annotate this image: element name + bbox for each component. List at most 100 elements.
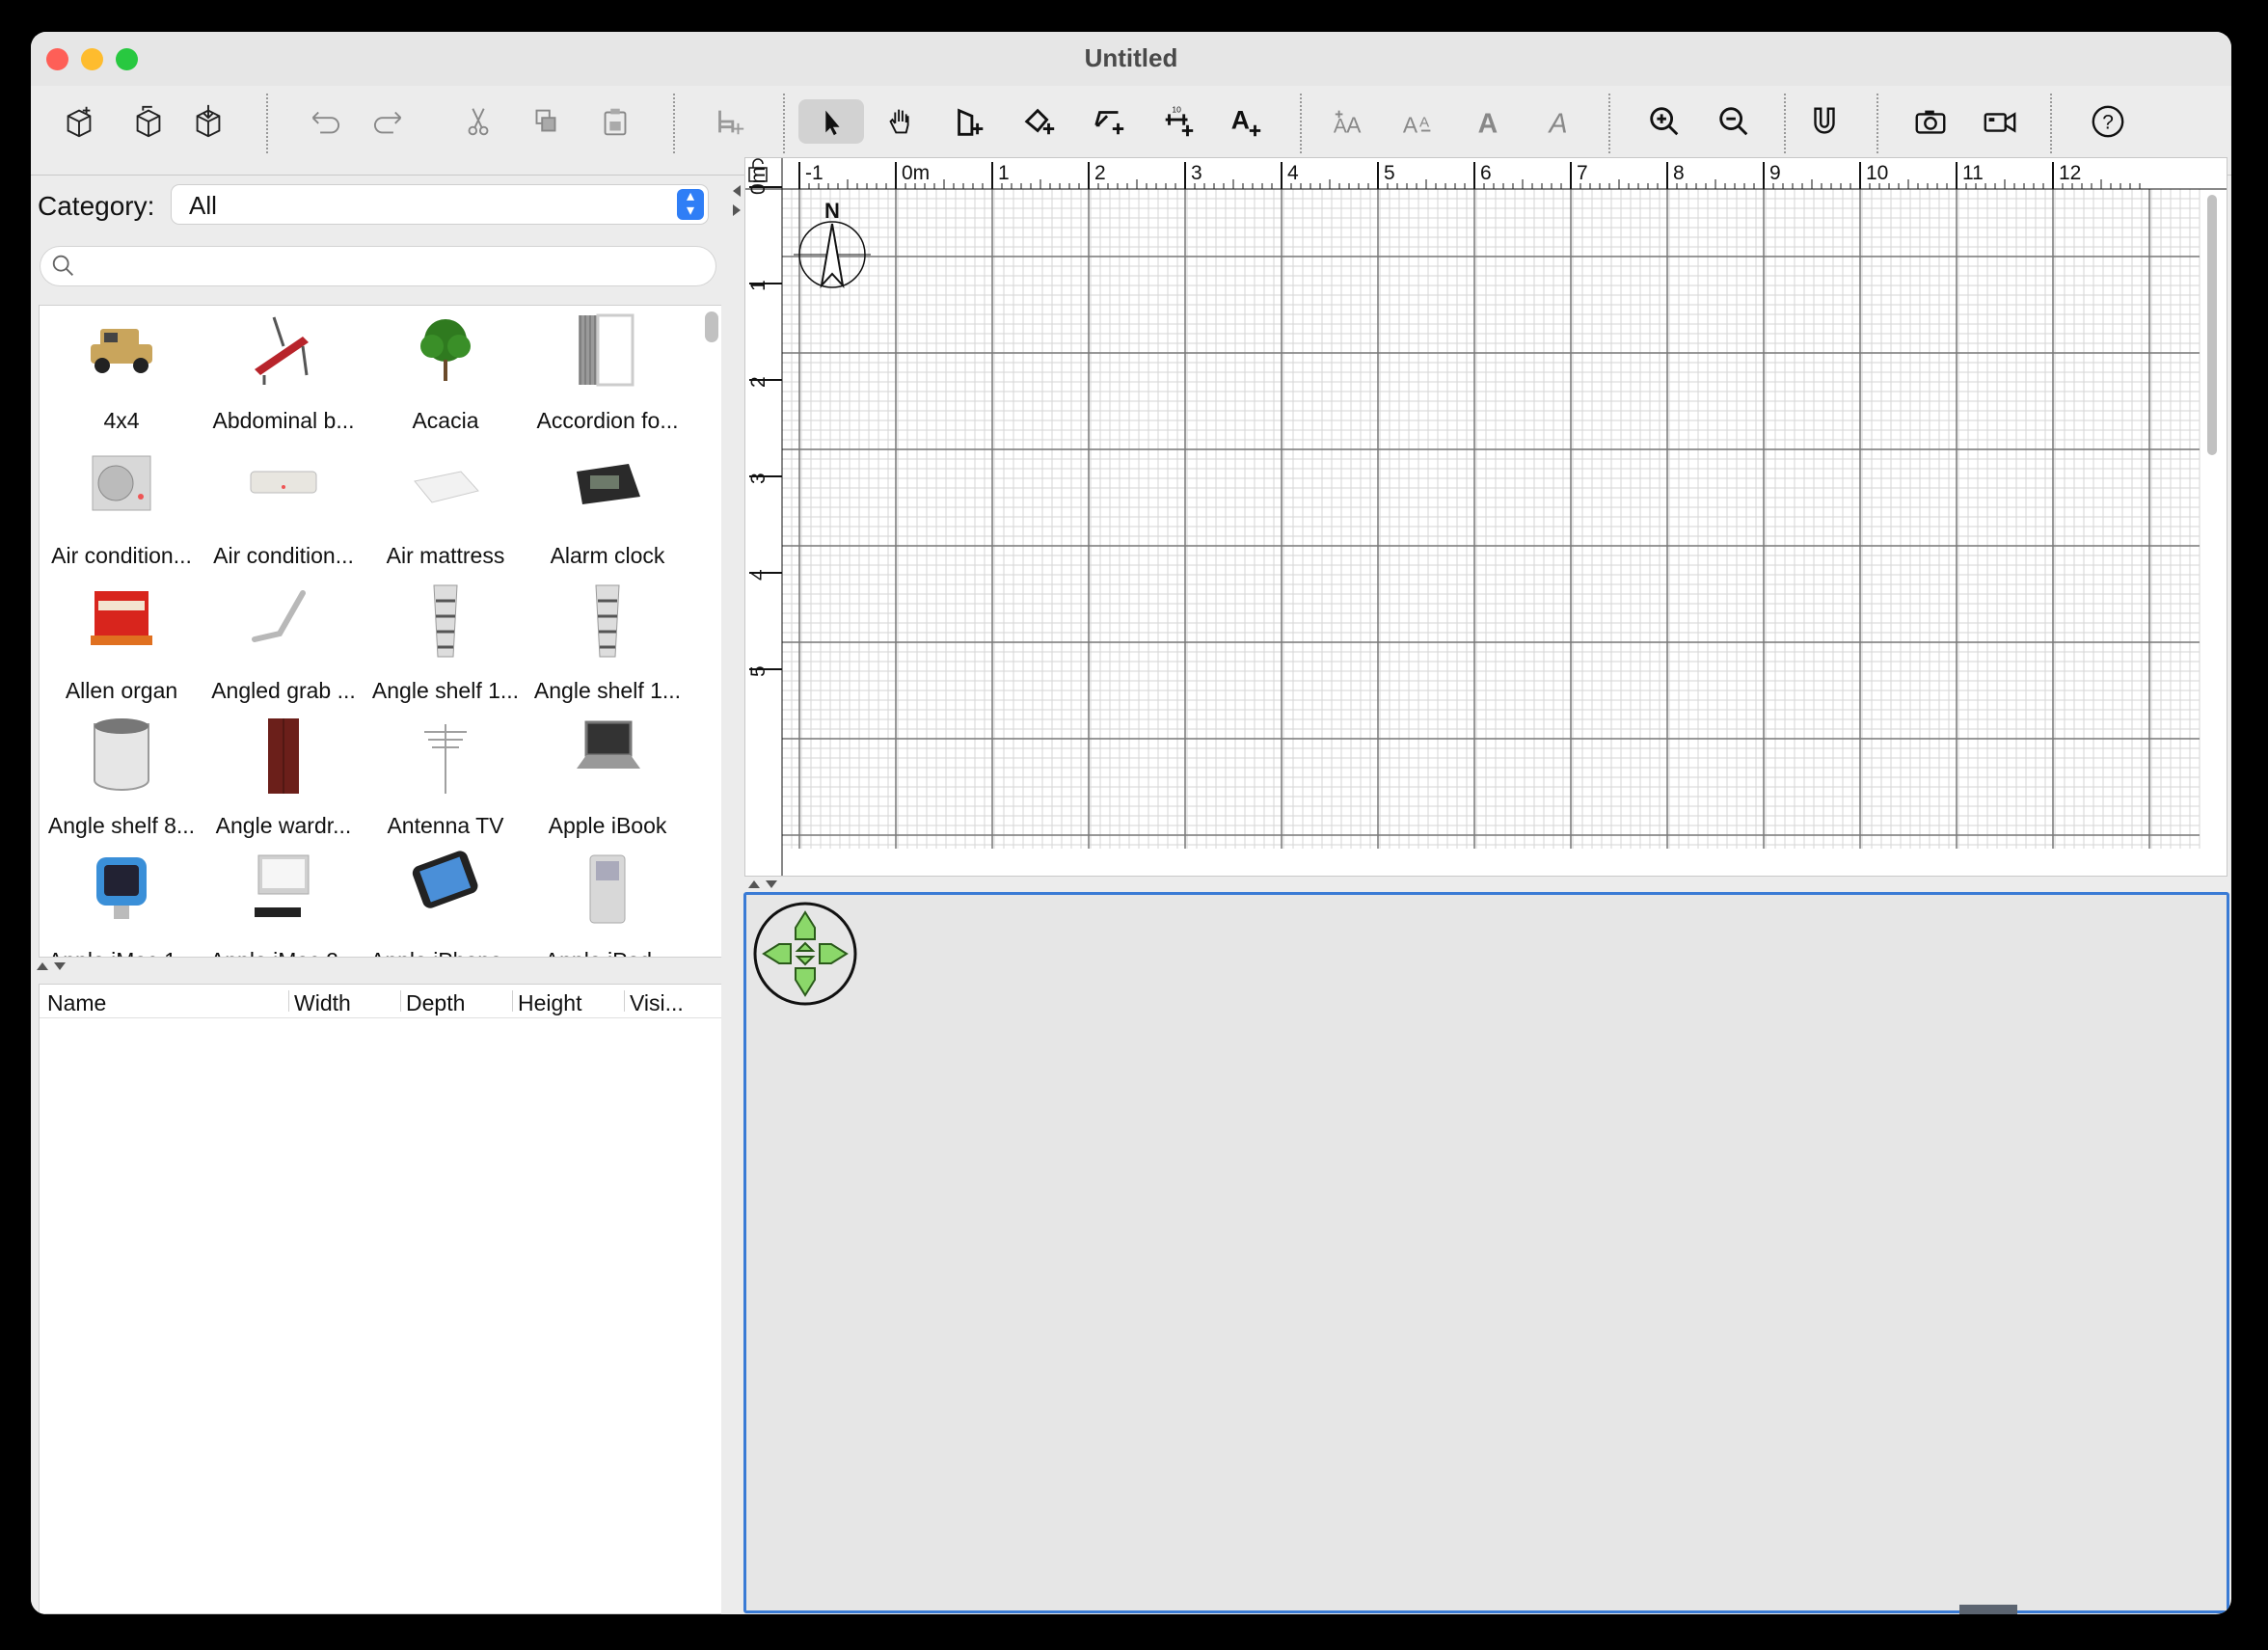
- grab-bar-icon: [245, 578, 322, 664]
- create-rooms-icon: [1024, 108, 1055, 135]
- bold-text-button[interactable]: A: [1456, 99, 1522, 144]
- open-button[interactable]: [116, 99, 181, 144]
- catalog-item[interactable]: Alarm clock: [526, 439, 689, 574]
- split-arrows-icon: [748, 880, 777, 888]
- redo-icon: [374, 111, 402, 134]
- select-mode-button[interactable]: [798, 99, 864, 144]
- catalog-item[interactable]: Acacia: [364, 306, 527, 439]
- catalog-item[interactable]: Air condition...: [202, 439, 365, 574]
- x-ruler-label: 5: [1384, 162, 1395, 184]
- title-bar: Untitled: [31, 32, 2231, 86]
- pan-mode-button[interactable]: [868, 99, 933, 144]
- catalog-item[interactable]: Accordion fo...: [526, 306, 689, 439]
- increase-text-size-button[interactable]: AA: [1317, 99, 1383, 144]
- watermark-logo: [1959, 1601, 2172, 1614]
- catalog-item[interactable]: Air mattress: [364, 439, 527, 574]
- ac-outdoor-icon: [83, 443, 160, 529]
- create-rooms-button[interactable]: [1007, 99, 1072, 144]
- plan-view[interactable]: -1 0m 1 2 3 4 5 6 7 8 9 10 11 12 0m 1 2 3 4 5 N: [744, 157, 2228, 877]
- catalog-item[interactable]: Abdominal b...: [202, 306, 365, 439]
- catalog-item-label: Angle shelf 1...: [371, 678, 520, 703]
- svg-text:?: ?: [2102, 112, 2114, 134]
- copy-button[interactable]: [513, 99, 579, 144]
- catalog-item[interactable]: Angle shelf 8...: [40, 709, 203, 844]
- plan-scrollbar[interactable]: [2207, 195, 2217, 455]
- decrease-text-size-button[interactable]: AA: [1387, 99, 1452, 144]
- svg-text:A: A: [1548, 108, 1568, 139]
- select-mode-icon: [825, 110, 840, 136]
- column-header-name[interactable]: Name: [47, 985, 288, 1017]
- catalog-scrollbar[interactable]: [705, 311, 718, 342]
- ipod-icon: [569, 848, 646, 934]
- navigation-arrows-icon[interactable]: [752, 901, 858, 1007]
- decrease-text-size-icon: AA: [1403, 112, 1431, 137]
- italic-text-button[interactable]: A: [1526, 99, 1591, 144]
- catalog-item[interactable]: Angled grab ...: [202, 574, 365, 709]
- create-walls-button[interactable]: [937, 99, 1003, 144]
- left-splitter[interactable]: [31, 957, 721, 974]
- create-photo-button[interactable]: [1898, 99, 1963, 144]
- plan-3d-splitter[interactable]: [744, 875, 2226, 892]
- save-icon: [196, 104, 221, 138]
- redo-button[interactable]: [359, 99, 424, 144]
- column-header-visible[interactable]: Visi...: [630, 985, 707, 1017]
- create-polylines-icon: [1094, 111, 1124, 135]
- cut-button[interactable]: [446, 99, 511, 144]
- column-header-depth[interactable]: Depth: [406, 985, 512, 1017]
- add-furniture-button[interactable]: [696, 99, 762, 144]
- create-dimensions-button[interactable]: 10: [1146, 99, 1211, 144]
- help-button[interactable]: ?: [2075, 99, 2141, 144]
- mattress-icon: [407, 443, 484, 529]
- catalog-item[interactable]: Apple iPod...: [526, 844, 689, 957]
- x-ruler-label: 4: [1287, 162, 1299, 184]
- x-ruler-label: 12: [2059, 162, 2081, 184]
- column-header-width[interactable]: Width: [294, 985, 400, 1017]
- furniture-catalog: 4x4 Abdominal b... Acacia Accordion fo... Ai…: [39, 305, 723, 958]
- catalog-item[interactable]: Apple iMac 2...: [202, 844, 365, 957]
- undo-icon: [311, 111, 339, 134]
- corner-shelf-icon: [83, 713, 160, 799]
- shelf-icon: [407, 578, 484, 664]
- zoom-in-icon: [1650, 107, 1679, 136]
- iphone-icon: [407, 848, 484, 934]
- save-button[interactable]: [176, 99, 241, 144]
- create-polylines-button[interactable]: [1076, 99, 1142, 144]
- add-furniture-icon: [718, 110, 744, 135]
- category-select[interactable]: All ▴ ▾: [172, 185, 708, 224]
- 3d-view[interactable]: [743, 892, 2229, 1614]
- catalog-item[interactable]: 4x4: [40, 306, 203, 439]
- column-header-height[interactable]: Height: [518, 985, 624, 1017]
- undo-button[interactable]: [289, 99, 355, 144]
- catalog-item-label: Allen organ: [65, 678, 178, 703]
- add-text-button[interactable]: A: [1213, 99, 1279, 144]
- zoom-in-button[interactable]: [1632, 99, 1697, 144]
- x-ruler-label: 6: [1480, 162, 1492, 184]
- x-ruler-label: 8: [1673, 162, 1685, 184]
- catalog-item-label: Angle shelf 1...: [533, 678, 682, 703]
- plan-grid[interactable]: -1 0m 1 2 3 4 5 6 7 8 9 10 11 120m12345N: [745, 158, 2227, 876]
- y-ruler-label: 4: [747, 569, 770, 581]
- wardrobe-icon: [245, 713, 322, 799]
- paste-button[interactable]: [582, 99, 648, 144]
- magnetism-button[interactable]: [1792, 99, 1857, 144]
- new-home-button[interactable]: [46, 99, 112, 144]
- search-field[interactable]: [40, 247, 716, 285]
- x-ruler-label: 10: [1866, 162, 1888, 184]
- catalog-item[interactable]: Angle wardr...: [202, 709, 365, 844]
- catalog-item[interactable]: Angle shelf 1...: [364, 574, 527, 709]
- car-icon: [83, 308, 160, 394]
- catalog-item[interactable]: Air condition...: [40, 439, 203, 574]
- zoom-out-button[interactable]: [1701, 99, 1767, 144]
- svg-text:A: A: [1231, 106, 1250, 135]
- create-video-button[interactable]: [1967, 99, 2033, 144]
- svg-text:10: 10: [1172, 105, 1181, 115]
- catalog-item[interactable]: Apple iBook: [526, 709, 689, 844]
- add-text-icon: A: [1231, 106, 1261, 137]
- catalog-item[interactable]: Apple iPhone...: [364, 844, 527, 957]
- catalog-item[interactable]: Allen organ: [40, 574, 203, 709]
- bench-icon: [245, 308, 322, 394]
- catalog-item[interactable]: Angle shelf 1...: [526, 574, 689, 709]
- help-icon: ?: [2092, 105, 2124, 138]
- catalog-item[interactable]: Antenna TV: [364, 709, 527, 844]
- catalog-item[interactable]: Apple iMac 1...: [40, 844, 203, 957]
